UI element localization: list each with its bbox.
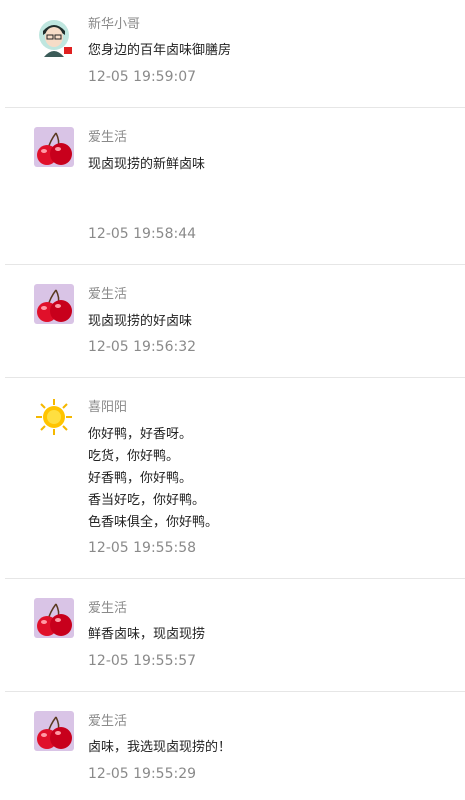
comment-text-line: 好香鸭，你好鸭。 — [88, 471, 193, 486]
comment-username[interactable]: 爱生活 — [88, 601, 127, 617]
comment-text-line: 您身边的百年卤味御膳房 — [88, 43, 232, 58]
comment-text-line: 吃货，你好鸭。 — [88, 449, 180, 464]
comment-timestamp: 12-05 19:58:44 — [88, 226, 197, 242]
comment-username[interactable]: 喜阳阳 — [88, 400, 127, 416]
cartoon-man-avatar-icon[interactable] — [34, 17, 74, 57]
comment-username[interactable]: 爱生活 — [88, 714, 127, 730]
comment-text-line: 卤味，我选现卤现捞的！ — [88, 740, 232, 755]
comment-timestamp: 12-05 19:55:58 — [88, 540, 197, 556]
comment-text-line: 现卤现捞的新鲜卤味 — [88, 157, 206, 172]
sun-avatar-icon[interactable] — [34, 397, 74, 437]
comment-text-line: 你好鸭，好香呀。 — [88, 427, 193, 442]
comment-username[interactable]: 爱生活 — [88, 287, 127, 303]
comment-timestamp: 12-05 19:55:29 — [88, 766, 197, 782]
cherry-avatar-icon[interactable] — [34, 284, 74, 324]
cherry-avatar-icon[interactable] — [34, 711, 74, 751]
divider — [5, 578, 465, 579]
comment-text-line: 色香味俱全，你好鸭。 — [88, 515, 219, 530]
comment-timestamp: 12-05 19:56:32 — [88, 339, 197, 355]
comment-text-line: 现卤现捞的好卤味 — [88, 314, 193, 329]
comment-username[interactable]: 新华小哥 — [88, 17, 140, 33]
comment-text-line: 香当好吃，你好鸭。 — [88, 493, 206, 508]
divider — [5, 377, 465, 378]
comment-timestamp: 12-05 19:55:57 — [88, 653, 197, 669]
comment-username[interactable]: 爱生活 — [88, 130, 127, 146]
divider — [5, 264, 465, 265]
cherry-avatar-icon[interactable] — [34, 598, 74, 638]
divider — [5, 691, 465, 692]
divider — [5, 107, 465, 108]
comment-timestamp: 12-05 19:59:07 — [88, 69, 197, 85]
cherry-avatar-icon[interactable] — [34, 127, 74, 167]
comment-text-line: 鲜香卤味，现卤现捞 — [88, 627, 206, 642]
